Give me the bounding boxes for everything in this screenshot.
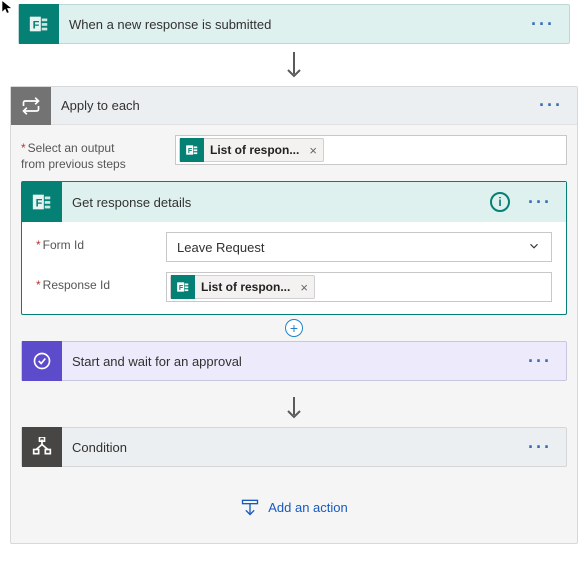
forms-icon: F	[22, 182, 62, 222]
form-id-value: Leave Request	[177, 240, 264, 255]
add-action-label: Add an action	[268, 500, 348, 515]
cursor-icon	[0, 0, 14, 17]
form-id-label: Form Id	[36, 232, 166, 252]
insert-step-button[interactable]: +	[21, 319, 567, 337]
token-remove-icon[interactable]: ×	[296, 280, 312, 295]
token-remove-icon[interactable]: ×	[305, 143, 321, 158]
token-label: List of respon...	[201, 280, 296, 294]
response-id-input[interactable]: F List of respon... ×	[166, 272, 552, 302]
approval-icon	[22, 341, 62, 381]
arrow-icon	[21, 389, 567, 427]
chevron-down-icon	[527, 239, 541, 256]
add-action-icon	[240, 497, 260, 517]
apply-to-each-container: Apply to each ··· Select an output from …	[10, 86, 578, 544]
approval-title: Start and wait for an approval	[62, 354, 514, 369]
loop-icon	[11, 87, 51, 125]
condition-card[interactable]: Condition ···	[21, 427, 567, 467]
svg-text:F: F	[33, 20, 40, 32]
condition-menu-icon[interactable]: ···	[514, 437, 566, 458]
get-response-title: Get response details	[62, 195, 490, 210]
approval-card[interactable]: Start and wait for an approval ···	[21, 341, 567, 381]
forms-icon: F	[171, 275, 195, 299]
get-response-card: F Get response details i ··· Form Id Lea…	[21, 181, 567, 315]
info-icon[interactable]: i	[490, 192, 510, 212]
token-label: List of respon...	[210, 143, 305, 157]
response-id-label: Response Id	[36, 272, 166, 292]
forms-icon: F	[180, 138, 204, 162]
form-id-dropdown[interactable]: Leave Request	[166, 232, 552, 262]
plus-icon: +	[285, 319, 303, 337]
svg-text:F: F	[179, 285, 184, 292]
add-action-button[interactable]: Add an action	[21, 475, 567, 525]
apply-to-each-title: Apply to each	[51, 98, 525, 113]
svg-text:F: F	[36, 198, 43, 210]
condition-icon	[22, 427, 62, 467]
output-token[interactable]: F List of respon... ×	[179, 138, 324, 162]
condition-title: Condition	[62, 440, 514, 455]
get-response-header[interactable]: F Get response details i ···	[22, 182, 566, 222]
trigger-card[interactable]: F When a new response is submitted ···	[18, 4, 570, 44]
arrow-icon	[10, 44, 578, 86]
svg-text:F: F	[188, 148, 193, 155]
apply-to-each-header[interactable]: Apply to each ···	[11, 87, 577, 125]
select-output-input[interactable]: F List of respon... ×	[175, 135, 567, 165]
forms-icon: F	[19, 4, 59, 44]
select-output-label: Select an output from previous steps	[21, 135, 175, 171]
get-response-menu-icon[interactable]: ···	[514, 192, 566, 213]
trigger-title: When a new response is submitted	[59, 17, 517, 32]
apply-to-each-menu-icon[interactable]: ···	[525, 95, 577, 116]
select-output-row: Select an output from previous steps F L…	[21, 135, 567, 171]
response-token[interactable]: F List of respon... ×	[170, 275, 315, 299]
approval-menu-icon[interactable]: ···	[514, 351, 566, 372]
trigger-menu-icon[interactable]: ···	[517, 14, 569, 35]
